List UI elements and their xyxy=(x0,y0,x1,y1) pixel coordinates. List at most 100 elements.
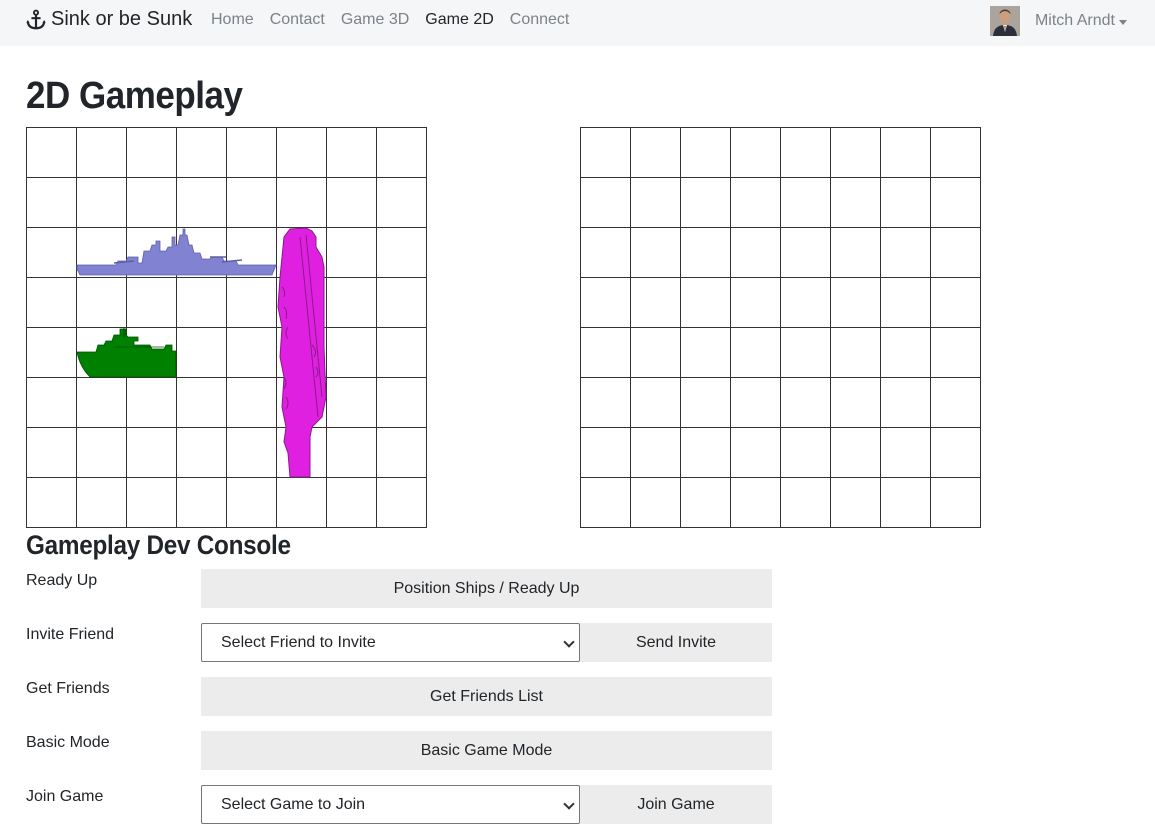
board-cell[interactable] xyxy=(781,228,831,278)
board-cell[interactable] xyxy=(631,228,681,278)
board-cell[interactable] xyxy=(377,378,427,428)
board-cell[interactable] xyxy=(681,378,731,428)
board-cell[interactable] xyxy=(127,128,177,178)
board-cell[interactable] xyxy=(27,328,77,378)
board-cell[interactable] xyxy=(931,328,981,378)
board-cell[interactable] xyxy=(27,428,77,478)
board-cell[interactable] xyxy=(731,328,781,378)
board-cell[interactable] xyxy=(831,378,881,428)
board-cell[interactable] xyxy=(327,428,377,478)
board-cell[interactable] xyxy=(581,128,631,178)
board-cell[interactable] xyxy=(731,478,781,528)
board-cell[interactable] xyxy=(27,228,77,278)
basic-mode-button[interactable]: Basic Game Mode xyxy=(201,731,772,770)
board-cell[interactable] xyxy=(127,178,177,228)
board-cell[interactable] xyxy=(831,328,881,378)
board-cell[interactable] xyxy=(681,328,731,378)
board-cell[interactable] xyxy=(681,178,731,228)
nav-link-game-2d[interactable]: Game 2D xyxy=(425,10,493,30)
board-cell[interactable] xyxy=(127,378,177,428)
board-cell[interactable] xyxy=(177,328,227,378)
board-cell[interactable] xyxy=(681,428,731,478)
patrol-boat-ship[interactable] xyxy=(76,327,177,378)
board-cell[interactable] xyxy=(781,378,831,428)
board-cell[interactable] xyxy=(681,278,731,328)
board-cell[interactable] xyxy=(327,378,377,428)
ready-up-button[interactable]: Position Ships / Ready Up xyxy=(201,569,772,608)
board-cell[interactable] xyxy=(227,378,277,428)
board-cell[interactable] xyxy=(581,428,631,478)
join-game-button[interactable]: Join Game xyxy=(580,785,772,824)
board-cell[interactable] xyxy=(831,278,881,328)
board-cell[interactable] xyxy=(77,478,127,528)
get-friends-button[interactable]: Get Friends List xyxy=(201,677,772,716)
board-cell[interactable] xyxy=(881,278,931,328)
board-cell[interactable] xyxy=(731,228,781,278)
board-cell[interactable] xyxy=(881,378,931,428)
user-menu-toggle[interactable]: Mitch Arndt xyxy=(989,6,1127,36)
board-cell[interactable] xyxy=(177,378,227,428)
board-cell[interactable] xyxy=(831,128,881,178)
opponent-board[interactable] xyxy=(580,127,981,528)
board-cell[interactable] xyxy=(227,328,277,378)
board-cell[interactable] xyxy=(127,428,177,478)
board-cell[interactable] xyxy=(177,428,227,478)
board-cell[interactable] xyxy=(77,378,127,428)
board-cell[interactable] xyxy=(177,478,227,528)
board-cell[interactable] xyxy=(227,178,277,228)
board-cell[interactable] xyxy=(781,278,831,328)
board-cell[interactable] xyxy=(177,178,227,228)
board-cell[interactable] xyxy=(631,378,681,428)
board-cell[interactable] xyxy=(581,228,631,278)
board-cell[interactable] xyxy=(77,128,127,178)
board-cell[interactable] xyxy=(931,228,981,278)
board-cell[interactable] xyxy=(377,328,427,378)
board-cell[interactable] xyxy=(327,128,377,178)
board-cell[interactable] xyxy=(731,278,781,328)
board-cell[interactable] xyxy=(781,478,831,528)
board-cell[interactable] xyxy=(327,178,377,228)
board-cell[interactable] xyxy=(377,478,427,528)
board-cell[interactable] xyxy=(327,328,377,378)
board-cell[interactable] xyxy=(831,178,881,228)
board-cell[interactable] xyxy=(631,328,681,378)
board-cell[interactable] xyxy=(127,278,177,328)
board-cell[interactable] xyxy=(581,478,631,528)
board-cell[interactable] xyxy=(77,278,127,328)
board-cell[interactable] xyxy=(631,478,681,528)
board-cell[interactable] xyxy=(781,328,831,378)
board-cell[interactable] xyxy=(277,478,327,528)
board-cell[interactable] xyxy=(881,478,931,528)
send-invite-button[interactable]: Send Invite xyxy=(580,623,772,662)
board-cell[interactable] xyxy=(631,428,681,478)
board-cell[interactable] xyxy=(277,128,327,178)
board-cell[interactable] xyxy=(377,128,427,178)
board-cell[interactable] xyxy=(781,128,831,178)
board-cell[interactable] xyxy=(881,128,931,178)
board-cell[interactable] xyxy=(631,128,681,178)
board-cell[interactable] xyxy=(27,178,77,228)
nav-link-game-3d[interactable]: Game 3D xyxy=(341,10,409,30)
board-cell[interactable] xyxy=(581,328,631,378)
board-cell[interactable] xyxy=(731,178,781,228)
aircraft-carrier-ship[interactable] xyxy=(276,227,327,478)
board-cell[interactable] xyxy=(327,228,377,278)
nav-link-contact[interactable]: Contact xyxy=(270,10,325,30)
board-cell[interactable] xyxy=(881,428,931,478)
board-cell[interactable] xyxy=(631,278,681,328)
board-cell[interactable] xyxy=(931,178,981,228)
board-cell[interactable] xyxy=(681,478,731,528)
board-cell[interactable] xyxy=(731,378,781,428)
board-cell[interactable] xyxy=(931,478,981,528)
board-cell[interactable] xyxy=(681,228,731,278)
battleship-ship[interactable] xyxy=(76,227,277,278)
board-cell[interactable] xyxy=(881,228,931,278)
brand-link[interactable]: Sink or be Sunk xyxy=(25,8,192,31)
board-cell[interactable] xyxy=(127,478,177,528)
board-cell[interactable] xyxy=(831,478,881,528)
nav-link-connect[interactable]: Connect xyxy=(510,10,570,30)
board-cell[interactable] xyxy=(177,278,227,328)
nav-link-home[interactable]: Home xyxy=(211,10,254,30)
board-cell[interactable] xyxy=(77,428,127,478)
game-select[interactable]: Select Game to Join xyxy=(201,785,580,824)
